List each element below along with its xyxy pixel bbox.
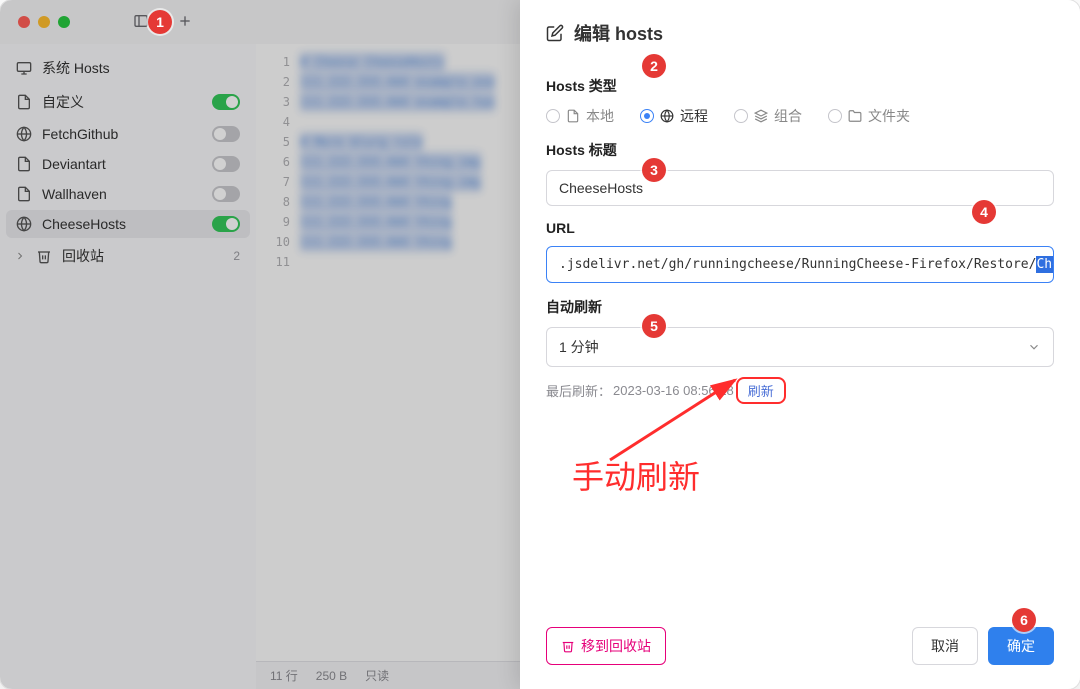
file-icon: [16, 186, 32, 202]
annotation-badge-4: 4: [972, 200, 996, 224]
globe-icon: [16, 216, 32, 232]
confirm-button[interactable]: 确定: [988, 627, 1054, 665]
trash-icon: [561, 639, 575, 653]
add-icon[interactable]: [177, 13, 193, 32]
auto-refresh-label: 自动刷新: [546, 297, 1054, 317]
monitor-icon: [16, 60, 32, 76]
radio-remote[interactable]: 远程: [640, 106, 708, 126]
layers-icon: [754, 109, 768, 123]
edit-icon: [546, 24, 564, 42]
panel-title: 编辑 hosts: [574, 20, 663, 46]
chevron-down-icon: [1027, 340, 1041, 354]
sidebar-item-custom[interactable]: 自定义: [6, 86, 250, 118]
annotation-badge-5: 5: [642, 314, 666, 338]
sidebar-item-wallhaven[interactable]: Wallhaven: [6, 180, 250, 208]
toggle-switch[interactable]: [212, 156, 240, 172]
radio-folder[interactable]: 文件夹: [828, 106, 910, 126]
edit-hosts-panel: 编辑 hosts Hosts 类型 本地 远程 组合: [520, 0, 1080, 689]
sidebar-item-label: Wallhaven: [42, 186, 202, 202]
chevron-right-icon: [14, 250, 26, 262]
annotation-text: 手动刷新: [572, 452, 700, 498]
sidebar-toggle-icon[interactable]: [133, 13, 149, 32]
sidebar-item-system-hosts[interactable]: 系统 Hosts: [6, 52, 250, 84]
sidebar-item-label: 回收站: [62, 246, 219, 266]
move-to-trash-button[interactable]: 移到回收站: [546, 627, 666, 665]
file-icon: [566, 109, 580, 123]
globe-icon: [16, 126, 32, 142]
hosts-type-radios: 本地 远程 组合 文件夹: [546, 106, 1054, 126]
annotation-badge-3: 3: [642, 158, 666, 182]
toggle-switch[interactable]: [212, 126, 240, 142]
file-icon: [16, 94, 32, 110]
url-input[interactable]: .jsdelivr.net/gh/runningcheese/RunningCh…: [546, 246, 1054, 283]
toggle-switch[interactable]: [212, 216, 240, 232]
annotation-badge-6: 6: [1012, 608, 1036, 632]
sidebar: 系统 Hosts 自定义 FetchGithub Deviantart Wall…: [0, 44, 256, 689]
sidebar-item-label: FetchGithub: [42, 126, 202, 142]
toggle-switch[interactable]: [212, 94, 240, 110]
annotation-badge-2: 2: [642, 54, 666, 78]
sidebar-item-fetchgithub[interactable]: FetchGithub: [6, 120, 250, 148]
window-controls: [18, 16, 70, 28]
minimize-window-icon[interactable]: [38, 16, 50, 28]
annotation-badge-1: 1: [148, 10, 172, 34]
status-mode: 只读: [365, 667, 389, 684]
trash-icon: [36, 248, 52, 264]
radio-group[interactable]: 组合: [734, 106, 802, 126]
status-lines: 11 行: [270, 667, 298, 684]
radio-local[interactable]: 本地: [546, 106, 614, 126]
sidebar-item-label: 自定义: [42, 92, 202, 112]
hosts-title-label: Hosts 标题: [546, 140, 1054, 160]
panel-header: 编辑 hosts: [520, 0, 1080, 52]
app-window: 系统 Hosts 自定义 FetchGithub Deviantart Wall…: [0, 0, 1080, 689]
folder-icon: [848, 109, 862, 123]
sidebar-item-deviantart[interactable]: Deviantart: [6, 150, 250, 178]
sidebar-item-label: CheeseHosts: [42, 216, 202, 232]
sidebar-item-label: Deviantart: [42, 156, 202, 172]
status-bytes: 250 B: [316, 669, 347, 683]
close-window-icon[interactable]: [18, 16, 30, 28]
auto-refresh-select[interactable]: 1 分钟: [546, 327, 1054, 367]
trash-count: 2: [233, 249, 240, 263]
maximize-window-icon[interactable]: [58, 16, 70, 28]
sidebar-item-trash[interactable]: 回收站 2: [6, 240, 250, 272]
panel-footer: 移到回收站 取消 确定: [520, 611, 1080, 689]
sidebar-item-label: 系统 Hosts: [42, 58, 240, 78]
line-gutter: 1234567891011: [256, 44, 296, 689]
file-icon: [16, 156, 32, 172]
hosts-type-label: Hosts 类型: [546, 76, 1054, 96]
cancel-button[interactable]: 取消: [912, 627, 978, 665]
globe-icon: [660, 109, 674, 123]
sidebar-item-cheesehosts[interactable]: CheeseHosts: [6, 210, 250, 238]
toggle-switch[interactable]: [212, 186, 240, 202]
